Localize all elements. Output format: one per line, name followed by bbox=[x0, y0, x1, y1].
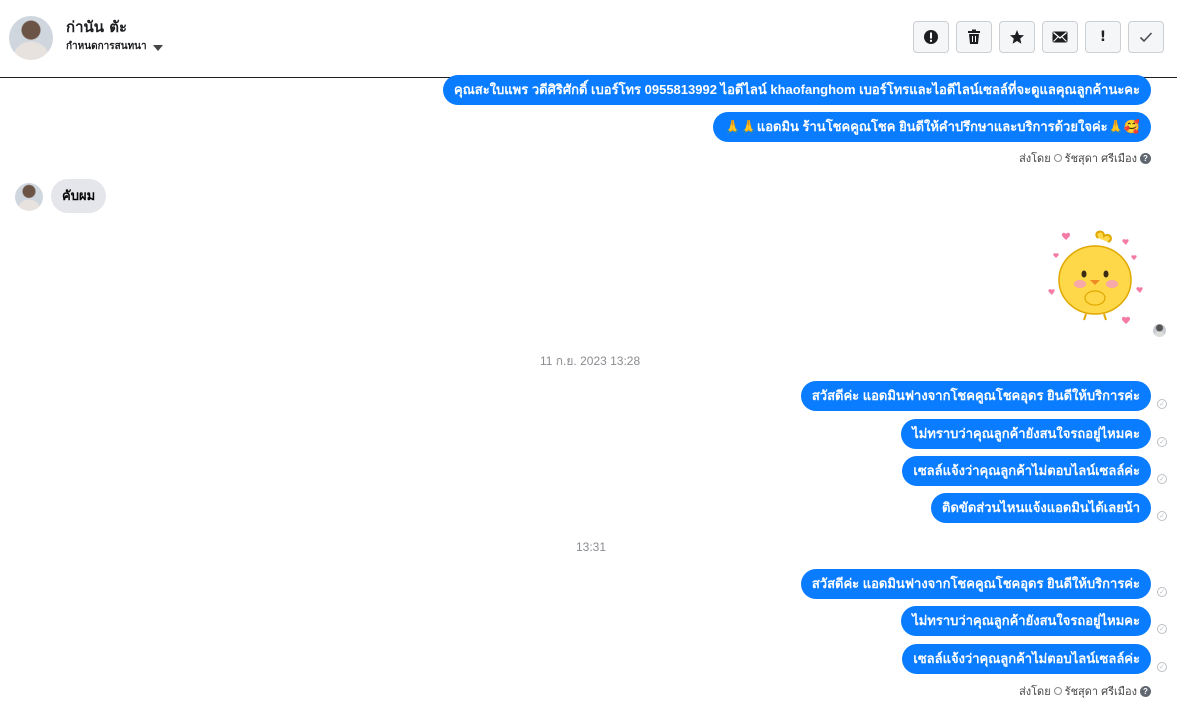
circle-icon bbox=[1053, 154, 1062, 162]
sent-check-icon: ✓ bbox=[1157, 437, 1167, 447]
sent-by-info: ส่งโดย รัชสุดา ศรีเมือง ? bbox=[1019, 149, 1151, 167]
important-button[interactable]: ! bbox=[1085, 21, 1121, 53]
alert-button[interactable] bbox=[913, 21, 949, 53]
conversation-settings-label: กำหนดการสนทนา bbox=[66, 41, 147, 52]
contact-avatar-small[interactable] bbox=[15, 183, 43, 211]
sent-by-info: ส่งโดย รัชสุดา ศรีเมือง ? bbox=[1019, 682, 1151, 700]
envelope-icon bbox=[1052, 31, 1068, 43]
message-bubble-outgoing[interactable]: 🙏🙏แอดมิน ร้านโชคคูณโชค ยินดีให้คำปรึกษาแ… bbox=[713, 112, 1151, 142]
question-mark-icon[interactable]: ? bbox=[1140, 685, 1151, 697]
sent-check-icon: ✓ bbox=[1157, 474, 1167, 484]
circle-icon bbox=[1053, 687, 1062, 695]
sender-name[interactable]: รัชสุดา ศรีเมือง bbox=[1065, 682, 1137, 700]
done-button[interactable] bbox=[1128, 21, 1164, 53]
sent-check-icon: ✓ bbox=[1157, 399, 1167, 409]
message-bubble-outgoing[interactable]: ไม่ทราบว่าคุณลูกค้ายังสนใจรถอยู่ไหมคะ bbox=[901, 606, 1151, 636]
message-bubble-incoming[interactable]: คับผม bbox=[51, 179, 107, 213]
sender-name[interactable]: รัชสุดา ศรีเมือง bbox=[1065, 149, 1137, 167]
contact-name[interactable]: ก่านัน ตัะ bbox=[66, 15, 127, 39]
delete-button[interactable] bbox=[956, 21, 992, 53]
message-bubble-outgoing[interactable]: เซลล์แจ้งว่าคุณลูกค้าไม่ตอบไลน์เซลล์ค่ะ bbox=[902, 644, 1151, 674]
checkmark-icon bbox=[1139, 32, 1153, 43]
sent-check-icon: ✓ bbox=[1157, 662, 1167, 672]
timestamp-divider: 11 ก.ย. 2023 13:28 bbox=[540, 354, 641, 368]
timestamp-divider: 13:31 bbox=[576, 540, 607, 554]
sent-by-label: ส่งโดย bbox=[1019, 686, 1051, 698]
star-icon bbox=[1010, 30, 1024, 44]
seen-avatar bbox=[1153, 324, 1166, 337]
toolbar: ! bbox=[913, 21, 1164, 53]
message-bubble-outgoing[interactable]: เซลล์แจ้งว่าคุณลูกค้าไม่ตอบไลน์เซลล์ค่ะ bbox=[902, 456, 1151, 486]
message-bubble-outgoing[interactable]: ไม่ทราบว่าคุณลูกค้ายังสนใจรถอยู่ไหมคะ bbox=[901, 419, 1151, 449]
contact-avatar[interactable] bbox=[9, 16, 53, 60]
exclamation-icon: ! bbox=[1099, 29, 1107, 45]
message-bubble-outgoing[interactable]: คุณสะใบแพร วดีศิริศักดิ์ เบอร์โทร 095581… bbox=[443, 75, 1151, 105]
sent-by-label: ส่งโดย bbox=[1019, 153, 1051, 165]
conversation-settings-dropdown[interactable]: กำหนดการสนทนา bbox=[66, 39, 163, 54]
message-bubble-outgoing[interactable]: สวัสดีค่ะ แอดมินฟางจากโชคคูณโชคอุดร ยินด… bbox=[800, 381, 1151, 411]
trash-icon bbox=[968, 29, 980, 44]
sent-check-icon: ✓ bbox=[1157, 511, 1167, 521]
sent-check-icon: ✓ bbox=[1157, 587, 1167, 597]
message-bubble-outgoing[interactable]: ติดขัดส่วนไหนแจ้งแอดมินได้เลยน้า bbox=[931, 493, 1151, 523]
exclamation-circle-icon bbox=[924, 30, 938, 44]
caret-down-icon bbox=[152, 44, 163, 51]
conversation-header: ก่านัน ตัะ กำหนดการสนทนา ! bbox=[0, 0, 1177, 78]
sent-check-icon: ✓ bbox=[1157, 624, 1167, 634]
mail-button[interactable] bbox=[1042, 21, 1078, 53]
star-button[interactable] bbox=[999, 21, 1035, 53]
chick-sticker[interactable] bbox=[1040, 228, 1150, 328]
question-mark-icon[interactable]: ? bbox=[1140, 152, 1151, 164]
message-bubble-outgoing[interactable]: สวัสดีค่ะ แอดมินฟางจากโชคคูณโชคอุดร ยินด… bbox=[800, 569, 1151, 599]
